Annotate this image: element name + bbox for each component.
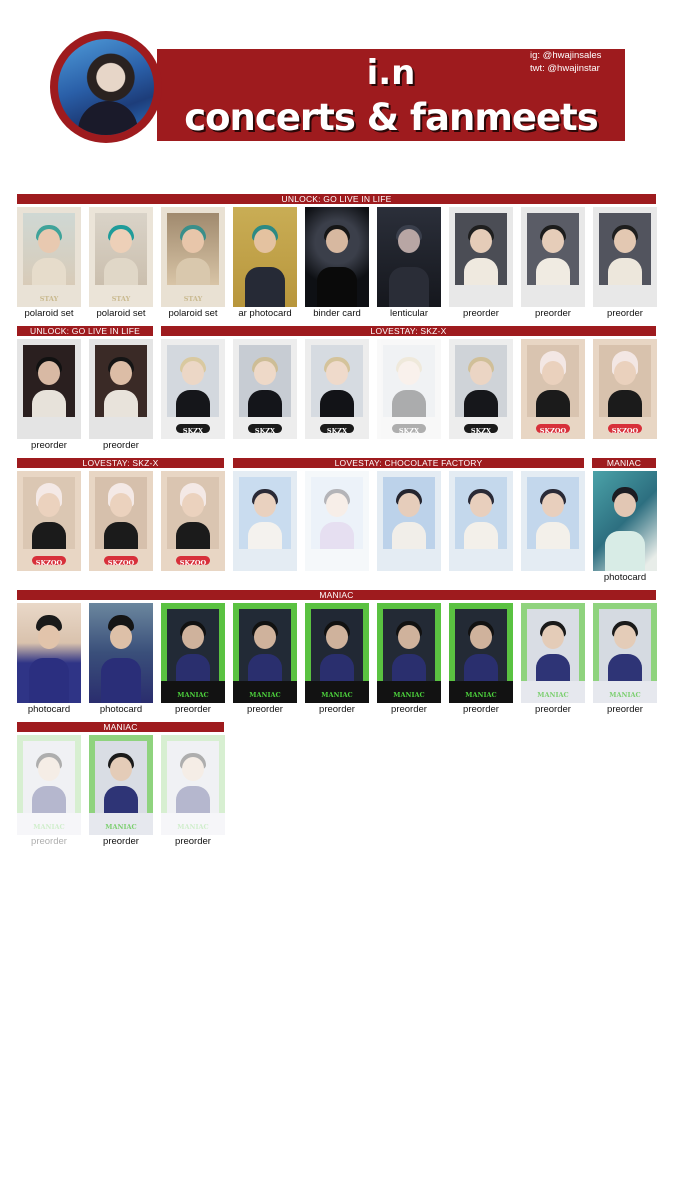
twitter-handle: twt: @hwajinstar [530,63,600,74]
label-preorder-r1-3: preorder [607,308,643,319]
photocard-skzx-3: SKZX [305,339,369,439]
section-unlock-2: UNLOCK: GO LIVE IN LIFE [17,326,153,336]
label-preorder-r4-6: preorder [535,704,571,715]
photocard-polaroid-3: STAY [161,207,225,307]
label-preorder-r5-1: preorder [31,836,67,847]
photocard-preorder-5 [89,339,153,439]
photocard-choco-1 [233,471,297,571]
photocard-skzx-4: SKZX [377,339,441,439]
label-preorder-r4-2: preorder [247,704,283,715]
photocard-skzoo-3: SKZOO [17,471,81,571]
photocard-maniac-9: MANIAC [521,603,585,703]
photocard-skzoo-1: SKZOO [521,339,585,439]
photocard-maniac-4: MANIAC [161,603,225,703]
label-preorder-r5-2: preorder [103,836,139,847]
section-maniac-3: MANIAC [17,722,224,732]
section-unlock: UNLOCK: GO LIVE IN LIFE [17,194,656,204]
photocard-skzx-5: SKZX [449,339,513,439]
photocard-maniac-6: MANIAC [305,603,369,703]
instagram-handle: ig: @hwajinsales [530,50,602,61]
photocard-maniac-1 [593,471,657,571]
section-chocolate-factory: LOVESTAY: CHOCOLATE FACTORY [233,458,584,468]
photocard-choco-3 [377,471,441,571]
label-preorder-r4-3: preorder [319,704,355,715]
photocard-preorder-1 [449,207,513,307]
section-maniac: MANIAC [592,458,656,468]
label-preorder-r4-1: preorder [175,704,211,715]
page-subtitle: concerts & fanmeets [184,96,599,139]
photocard-maniac-3 [89,603,153,703]
photocard-maniac-11: MANIAC [17,735,81,835]
photocard-maniac-7: MANIAC [377,603,441,703]
photocard-maniac-10: MANIAC [593,603,657,703]
label-preorder-r1-2: preorder [535,308,571,319]
label-preorder-r5-3: preorder [175,836,211,847]
photocard-choco-5 [521,471,585,571]
label-ar: ar photocard [238,308,292,319]
social-handles: ig: @hwajinsales twt: @hwajinstar [530,49,622,75]
photocard-maniac-12: MANIAC [89,735,153,835]
photocard-preorder-4 [17,339,81,439]
photocard-binder [305,207,369,307]
label-preorder-r2-1: preorder [31,440,67,451]
label-preorder-r4-4: preorder [391,704,427,715]
label-polaroid-3: polaroid set [168,308,218,319]
label-photocard-3: photocard [99,704,143,715]
section-lovestay-skzx-2: LOVESTAY: SKZ-X [17,458,224,468]
photocard-maniac-8: MANIAC [449,603,513,703]
label-polaroid-1: polaroid set [24,308,74,319]
photocard-skzx-2: SKZX [233,339,297,439]
label-preorder-r4-5: preorder [463,704,499,715]
photocard-ar [233,207,297,307]
photocard-preorder-3 [593,207,657,307]
photocard-skzoo-5: SKZOO [161,471,225,571]
label-photocard-2: photocard [27,704,71,715]
label-binder: binder card [313,308,361,319]
photocard-maniac-5: MANIAC [233,603,297,703]
photocard-lenticular [377,207,441,307]
photocard-maniac-13: MANIAC [161,735,225,835]
photocard-preorder-2 [521,207,585,307]
label-preorder-r4-7: preorder [607,704,643,715]
photocard-skzx-1: SKZX [161,339,225,439]
photocard-polaroid-1: STAY [17,207,81,307]
photocard-polaroid-2: STAY [89,207,153,307]
label-polaroid-2: polaroid set [96,308,146,319]
avatar [58,39,154,135]
photocard-skzoo-2: SKZOO [593,339,657,439]
photocard-skzoo-4: SKZOO [89,471,153,571]
section-maniac-2: MANIAC [17,590,656,600]
label-photocard-1: photocard [603,572,647,583]
section-lovestay-skzx: LOVESTAY: SKZ-X [161,326,656,336]
label-preorder-r1-1: preorder [463,308,499,319]
label-lenticular: lenticular [389,308,429,319]
photocard-choco-4 [449,471,513,571]
label-preorder-r2-2: preorder [103,440,139,451]
photocard-choco-2 [305,471,369,571]
photocard-maniac-2 [17,603,81,703]
